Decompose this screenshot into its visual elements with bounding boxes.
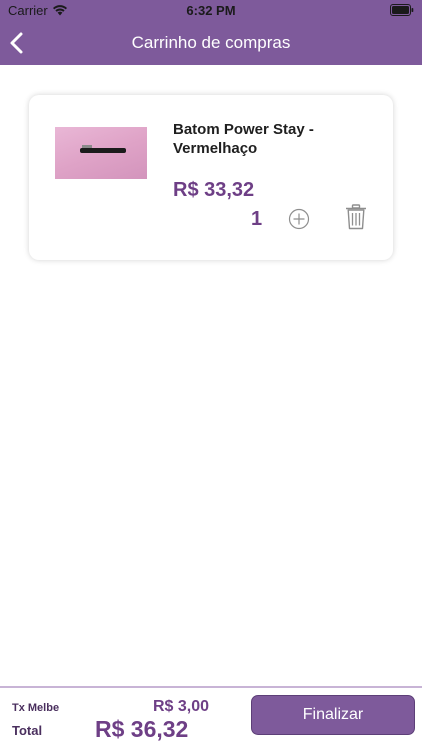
status-bar: Carrier 6:32 PM <box>0 0 422 22</box>
fee-label: Tx Melbe <box>12 702 60 714</box>
total-label: Total <box>12 723 43 738</box>
total-value: R$ 36,32 <box>95 716 189 742</box>
remove-item-button[interactable] <box>345 204 367 230</box>
cart-screen: Carrier 6:32 PM Carrinho de compras Bato… <box>0 0 422 750</box>
battery-icon <box>390 4 414 16</box>
quantity-value: 1 <box>251 208 263 230</box>
nav-bar: Carrinho de compras <box>0 22 422 65</box>
trash-icon <box>346 204 366 230</box>
lipstick-shape <box>80 148 126 153</box>
cart-footer: Tx Melbe R$ 3,00 Total R$ 36,32 Finaliza… <box>0 686 422 750</box>
lipstick-label-shape <box>82 145 92 148</box>
plus-circle-icon <box>288 208 310 230</box>
page-title: Carrinho de compras <box>131 33 291 52</box>
increase-quantity-button[interactable] <box>288 208 310 230</box>
checkout-button[interactable]: Finalizar <box>251 695 415 735</box>
product-name: Batom Power Stay - Vermelhaço <box>173 121 314 157</box>
clock: 6:32 PM <box>186 3 236 18</box>
fee-value: R$ 3,00 <box>153 698 210 715</box>
header: Carrier 6:32 PM Carrinho de compras <box>0 0 422 65</box>
product-image <box>55 127 147 179</box>
cart-item-card: Batom Power Stay - Vermelhaço R$ 33,32 1 <box>29 95 393 260</box>
product-price: R$ 33,32 <box>173 179 255 201</box>
